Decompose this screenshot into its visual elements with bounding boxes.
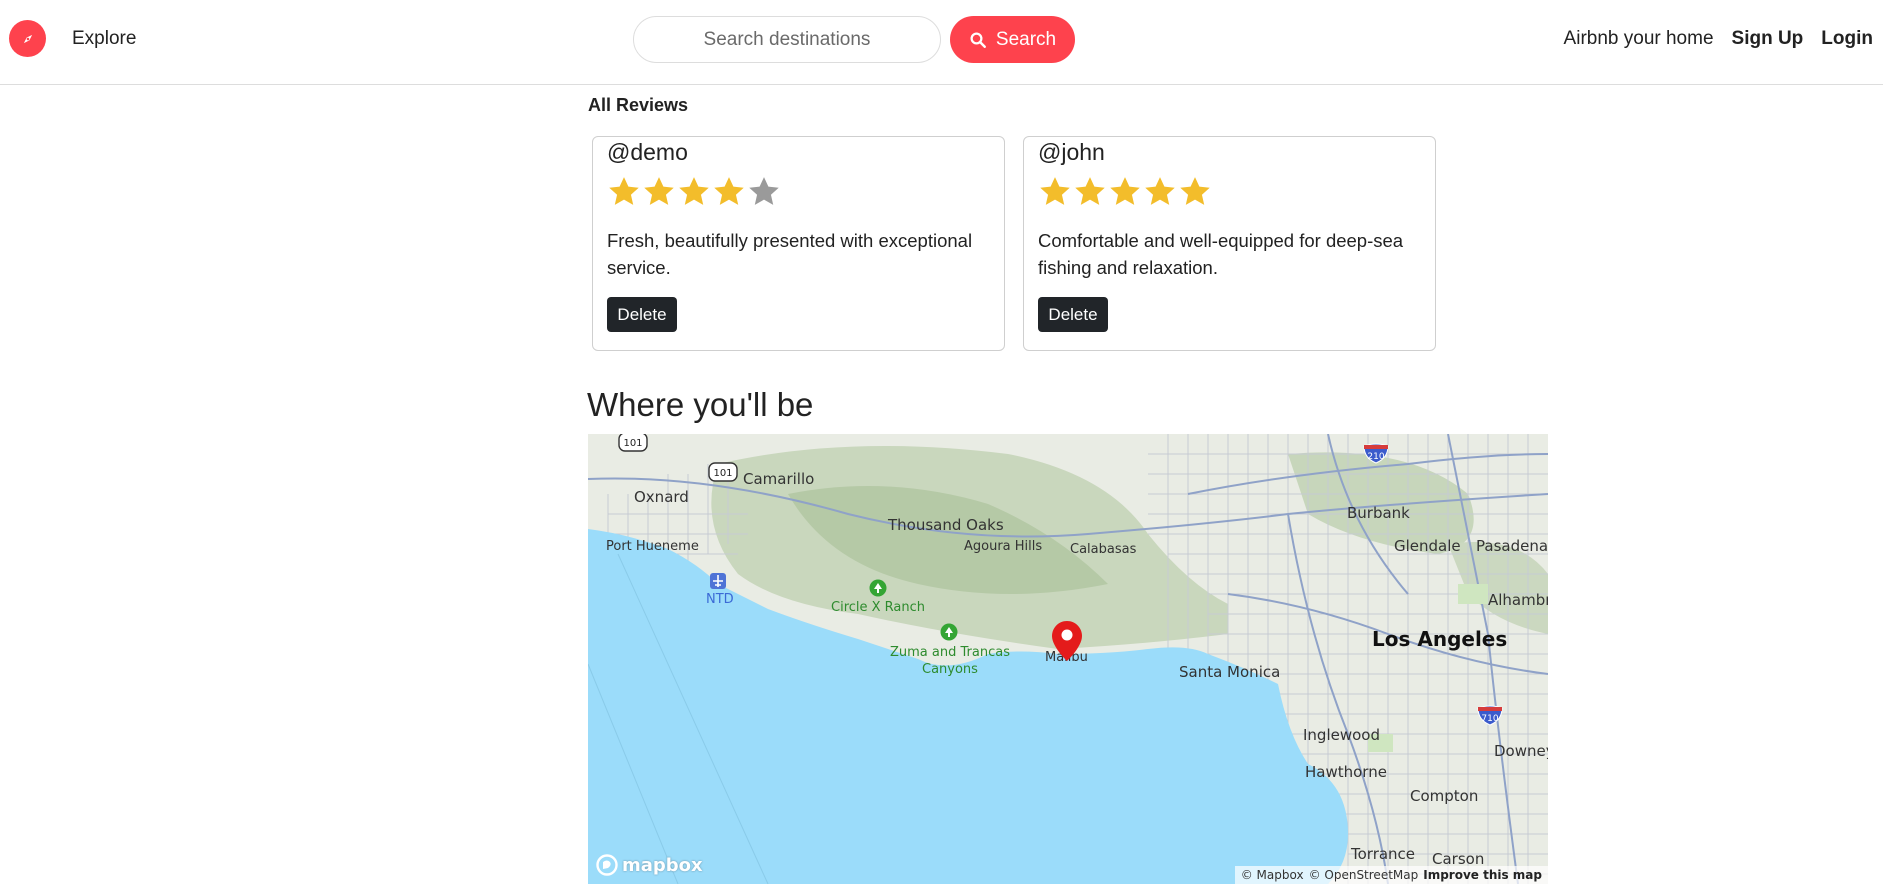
map-label-oxnard: Oxnard [634,488,689,506]
review-card: @demo Fresh, beautifully presented with … [592,136,1005,351]
attribution-osm-link[interactable]: © OpenStreetMap [1309,868,1419,882]
star-filled-icon [1075,177,1105,205]
host-link[interactable]: Airbnb your home [1564,28,1714,50]
map-label-compton: Compton [1410,787,1479,805]
map-label-hawthorne: Hawthorne [1305,763,1387,781]
search-input[interactable] [633,16,941,63]
star-filled-icon [609,177,639,205]
navbar: Explore Search Airbnb your home Sign Up … [0,0,1883,85]
map-label-alhambra: Alhambr [1488,591,1548,609]
delete-review-button[interactable]: Delete [607,297,677,332]
mapbox-logo-icon [596,854,618,876]
map-label-circle-x-ranch: Circle X Ranch [831,600,926,615]
search-button-label: Search [995,28,1057,50]
map-label-los-angeles: Los Angeles [1372,627,1508,651]
map-label-ntd: NTD [706,592,734,607]
highway-shield-icon: 101 [708,462,738,487]
interstate-shield-icon: 710 [1476,704,1504,731]
compass-logo-icon[interactable] [9,20,46,57]
mapbox-logo[interactable]: mapbox [596,854,703,876]
star-empty-icon [749,177,779,205]
map-label-glendale: Glendale [1394,537,1461,555]
map-label-thousand-oaks: Thousand Oaks [888,516,1004,534]
airport-icon [710,573,726,594]
improve-map-link[interactable]: Improve this map [1423,868,1542,882]
map-label-inglewood: Inglewood [1303,726,1380,744]
map-label-downey: Downey [1494,742,1548,760]
review-author: @demo [607,139,688,165]
star-filled-icon [679,177,709,205]
star-filled-icon [1180,177,1210,205]
map-label-port-hueneme: Port Hueneme [606,539,699,554]
star-filled-icon [1145,177,1175,205]
map-label-burbank: Burbank [1347,504,1410,522]
review-comment: Comfortable and well-equipped for deep-s… [1038,230,1404,278]
i210-label: 210 [1367,452,1384,462]
hwy-101-label: 101 [713,468,732,479]
signup-link[interactable]: Sign Up [1732,28,1804,50]
map-label-pasadena: Pasadena [1476,537,1548,555]
mapbox-logo-text: mapbox [622,854,703,876]
delete-review-button[interactable]: Delete [1038,297,1108,332]
star-filled-icon [1040,177,1070,205]
map-label-zuma-and-trancas: Zuma and Trancas [890,645,1010,660]
map-section-title: Where you'll be [587,386,814,423]
park-pin-icon [940,623,958,646]
park-pin-icon [869,579,887,602]
search-button[interactable]: Search [950,16,1075,63]
map-label-calabasas: Calabasas [1070,542,1137,557]
nav-right-links: Airbnb your home Sign Up Login [1564,28,1873,50]
star-filled-icon [1110,177,1140,205]
star-rating [607,175,781,209]
login-link[interactable]: Login [1821,28,1873,50]
map-attribution: © Mapbox © OpenStreetMap Improve this ma… [1234,866,1548,884]
nav-explore-link[interactable]: Explore [72,28,136,50]
map-label-camarillo: Camarillo [743,470,815,488]
highway-shield-icon: 101 [618,434,648,457]
review-comment: Fresh, beautifully presented with except… [607,230,973,278]
review-author: @john [1038,139,1105,165]
search-icon [970,32,986,48]
star-filled-icon [714,177,744,205]
interstate-shield-icon: 210 [1362,442,1390,469]
map-label-canyons: Canyons [922,662,978,677]
map-label-santa-monica: Santa Monica [1179,663,1281,681]
star-rating [1038,175,1212,209]
star-filled-icon [644,177,674,205]
hwy-101-label: 101 [623,438,642,449]
reviews-heading: All Reviews [588,95,689,115]
review-card: @john Comfortable and well-equipped for … [1023,136,1436,351]
attribution-mapbox-link[interactable]: © Mapbox [1241,868,1304,882]
location-marker-icon[interactable] [1051,620,1083,667]
i710-label: 710 [1481,714,1498,724]
map-label-torrance: Torrance [1351,845,1416,863]
map-label-agoura-hills: Agoura Hills [964,539,1043,554]
location-map[interactable]: Oxnard Camarillo Port Hueneme Thousand O… [588,434,1548,884]
